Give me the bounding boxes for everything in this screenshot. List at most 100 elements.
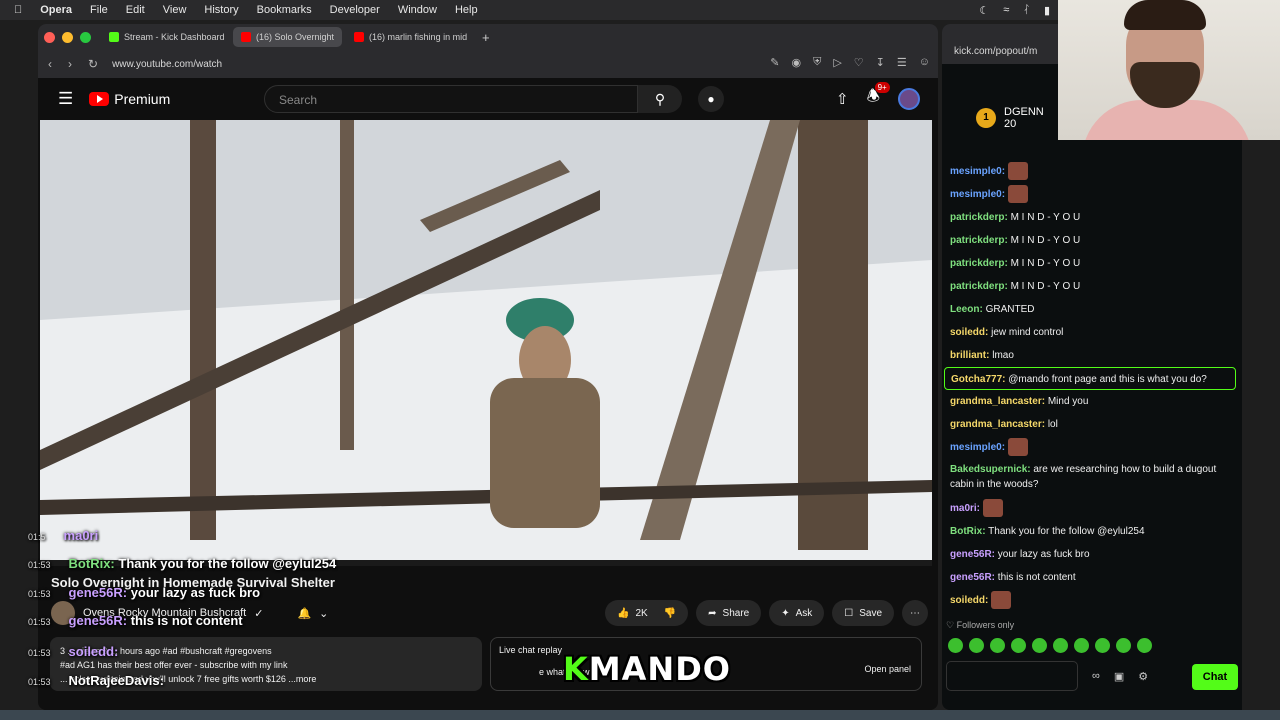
- wifi-icon[interactable]: ≈: [1003, 4, 1009, 16]
- notifications-button[interactable]: 🕭 9+: [867, 82, 890, 111]
- chat-username[interactable]: gene56R:: [950, 572, 995, 583]
- emote-icon[interactable]: [1053, 638, 1068, 653]
- chat-username[interactable]: grandma_lancaster:: [950, 419, 1045, 430]
- battery-icon[interactable]: ▮: [1044, 4, 1050, 17]
- kick-url[interactable]: kick.com/popout/m: [954, 46, 1037, 57]
- minimize-window-button[interactable]: [62, 31, 73, 43]
- bluetooth-icon[interactable]: ᛮ: [1023, 4, 1030, 16]
- emote-icon[interactable]: [948, 638, 963, 653]
- chat-username[interactable]: soiledd:: [950, 595, 988, 606]
- youtube-logo[interactable]: Premium: [89, 91, 170, 107]
- chat-username[interactable]: gene56R:: [950, 549, 995, 560]
- notification-count: 9+: [874, 82, 890, 93]
- share-button[interactable]: ➦ Share: [696, 600, 762, 626]
- edit-icon[interactable]: ✎: [770, 56, 779, 69]
- shield-icon[interactable]: ⛨: [813, 56, 821, 69]
- emote-icon[interactable]: [1011, 638, 1026, 653]
- save-label: Save: [859, 607, 883, 619]
- chevron-down-icon[interactable]: ⌄: [319, 607, 328, 620]
- chat-username[interactable]: ma0ri:: [950, 503, 980, 514]
- close-window-button[interactable]: [44, 31, 55, 43]
- chat-username[interactable]: Leeon:: [950, 304, 983, 315]
- new-tab-button[interactable]: +: [482, 30, 490, 45]
- menu-developer[interactable]: Developer: [330, 4, 380, 16]
- apple-icon[interactable]: : [14, 4, 22, 16]
- menu-history[interactable]: History: [204, 4, 238, 16]
- chat-message: patrickderp: M I N D - Y O U: [950, 206, 1236, 229]
- chat-username[interactable]: patrickderp:: [950, 281, 1008, 292]
- menu-edit[interactable]: Edit: [126, 4, 145, 16]
- emote-icon[interactable]: [1032, 638, 1047, 653]
- upload-icon[interactable]: ⇧: [836, 90, 849, 108]
- opera-window: Stream - Kick Dashboard (16) Solo Overni…: [38, 24, 938, 710]
- more-actions-button[interactable]: ⋯: [902, 600, 929, 626]
- menu-help[interactable]: Help: [455, 4, 478, 16]
- send-chat-button[interactable]: Chat: [1192, 664, 1238, 690]
- chat-username[interactable]: Gotcha777:: [951, 374, 1005, 385]
- menu-opera[interactable]: Opera: [40, 4, 72, 16]
- chat-message: soiledd: jew mind control: [950, 321, 1236, 344]
- emote-icon[interactable]: [1095, 638, 1110, 653]
- chat-username[interactable]: BotRix:: [950, 526, 986, 537]
- chat-username[interactable]: soiledd:: [950, 327, 988, 338]
- description-line: #ad AG1 has their best offer ever - subs…: [60, 660, 288, 670]
- thumbs-down-icon[interactable]: 👎: [664, 608, 676, 619]
- chat-username[interactable]: grandma_lancaster:: [950, 396, 1045, 407]
- gift-icon[interactable]: ∞: [1092, 670, 1100, 683]
- heart-icon[interactable]: ♡: [854, 56, 864, 69]
- chat-username[interactable]: Bakedsupernick:: [950, 464, 1031, 475]
- chat-username[interactable]: patrickderp:: [950, 235, 1008, 246]
- account-avatar[interactable]: [898, 87, 920, 110]
- tab-marlin-fishing[interactable]: (16) marlin fishing in mid: [346, 27, 474, 47]
- download-icon[interactable]: ↧: [876, 56, 885, 69]
- store-icon[interactable]: ▣: [1114, 670, 1124, 683]
- chat-text: M I N D - Y O U: [1010, 281, 1081, 292]
- subscribed-bell-icon[interactable]: 🔔: [297, 607, 311, 620]
- forward-icon[interactable]: ›: [68, 57, 72, 71]
- emote-icon[interactable]: [1137, 638, 1152, 653]
- tab-label: (16) Solo Overnight: [256, 32, 335, 42]
- save-button[interactable]: ☐ Save: [832, 600, 895, 626]
- search-button[interactable]: ⚲: [638, 85, 682, 113]
- voice-search-button[interactable]: ●: [698, 86, 724, 112]
- chat-text: GRANTED: [985, 304, 1035, 315]
- emote-icon[interactable]: [969, 638, 984, 653]
- ask-button[interactable]: ✦ Ask: [769, 600, 825, 626]
- chat-input[interactable]: [946, 661, 1078, 691]
- chat-username[interactable]: patrickderp:: [950, 258, 1008, 269]
- chat-username[interactable]: mesimple0:: [950, 189, 1005, 200]
- sparkle-icon: ✦: [781, 607, 790, 619]
- emote-icon[interactable]: [1074, 638, 1089, 653]
- search-input[interactable]: Search: [264, 85, 638, 113]
- zoom-window-button[interactable]: [80, 31, 91, 43]
- tab-kick-dashboard[interactable]: Stream - Kick Dashboard: [101, 27, 229, 47]
- play-icon[interactable]: ▷: [833, 56, 841, 69]
- emote-icon[interactable]: [990, 638, 1005, 653]
- moon-icon[interactable]: ☾: [979, 4, 989, 17]
- profile-icon[interactable]: ☺: [919, 56, 930, 69]
- chat-username[interactable]: brilliant:: [950, 350, 989, 361]
- settings-gear-icon[interactable]: ⚙: [1138, 670, 1148, 683]
- tab-solo-overnight[interactable]: (16) Solo Overnight: [233, 27, 343, 47]
- back-icon[interactable]: ‹: [48, 57, 52, 71]
- chat-username[interactable]: mesimple0:: [950, 166, 1005, 177]
- open-panel-button[interactable]: Open panel: [864, 664, 911, 674]
- pinned-leaderboard: 1 DGENN 20: [976, 106, 1044, 130]
- camera-icon[interactable]: ◉: [791, 56, 801, 69]
- menu-window[interactable]: Window: [398, 4, 437, 16]
- chat-message: gene56R: your lazy as fuck bro: [950, 543, 1236, 566]
- like-button[interactable]: 👍 2K 👎: [605, 600, 689, 626]
- menu-bookmarks[interactable]: Bookmarks: [257, 4, 312, 16]
- menu-view[interactable]: View: [163, 4, 187, 16]
- menu-file[interactable]: File: [90, 4, 108, 16]
- emote-icon[interactable]: [1116, 638, 1131, 653]
- menu-icon[interactable]: ☰: [897, 56, 907, 69]
- url-field[interactable]: www.youtube.com/watch: [112, 59, 222, 70]
- kick-mando-logo: KMANDO: [563, 650, 731, 688]
- video-player[interactable]: [40, 120, 932, 566]
- youtube-favicon-icon: [354, 32, 365, 42]
- hamburger-menu-icon[interactable]: ☰: [58, 89, 73, 109]
- reload-icon[interactable]: ↻: [88, 57, 98, 71]
- chat-username[interactable]: mesimple0:: [950, 442, 1005, 453]
- chat-username[interactable]: patrickderp:: [950, 212, 1008, 223]
